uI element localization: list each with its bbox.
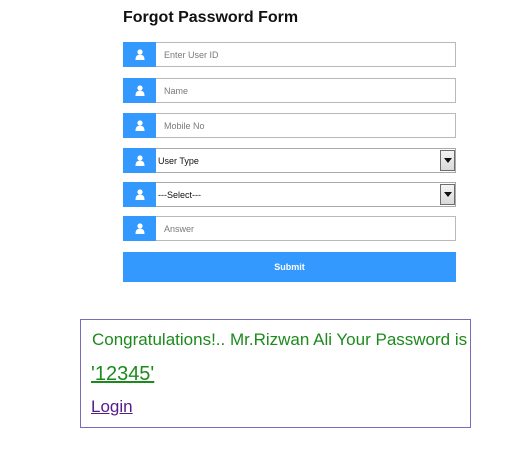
user-icon xyxy=(123,182,156,207)
submit-button[interactable]: Submit xyxy=(123,252,456,282)
answer-input[interactable] xyxy=(156,216,456,241)
mobile-no-input[interactable] xyxy=(156,113,456,138)
name-input[interactable] xyxy=(156,78,456,103)
mobile-field-group xyxy=(123,113,456,138)
recovered-password: '12345' xyxy=(91,363,155,385)
congratulations-message: Congratulations!.. Mr.Rizwan Ali Your Pa… xyxy=(92,330,468,349)
user-type-selected-value: User Type xyxy=(158,155,199,166)
user-type-field-group: User Type xyxy=(123,148,456,173)
question-select[interactable]: ---Select--- xyxy=(156,182,456,207)
user-icon xyxy=(123,216,156,241)
user-icon xyxy=(123,78,156,103)
success-message-box: Congratulations!.. Mr.Rizwan Ali Your Pa… xyxy=(80,319,471,428)
name-field-group xyxy=(123,78,456,103)
user-icon xyxy=(123,42,156,67)
question-field-group: ---Select--- xyxy=(123,182,456,207)
login-link[interactable]: Login xyxy=(91,397,133,417)
user-type-select[interactable]: User Type xyxy=(156,148,456,173)
user-icon xyxy=(123,148,156,173)
dropdown-arrow-icon[interactable] xyxy=(440,150,455,171)
page-title: Forgot Password Form xyxy=(123,9,299,26)
user-id-input[interactable] xyxy=(156,42,456,67)
answer-field-group xyxy=(123,216,456,241)
question-selected-value: ---Select--- xyxy=(158,189,201,200)
dropdown-arrow-icon[interactable] xyxy=(440,184,455,205)
user-id-field-group xyxy=(123,42,456,67)
user-icon xyxy=(123,113,156,138)
